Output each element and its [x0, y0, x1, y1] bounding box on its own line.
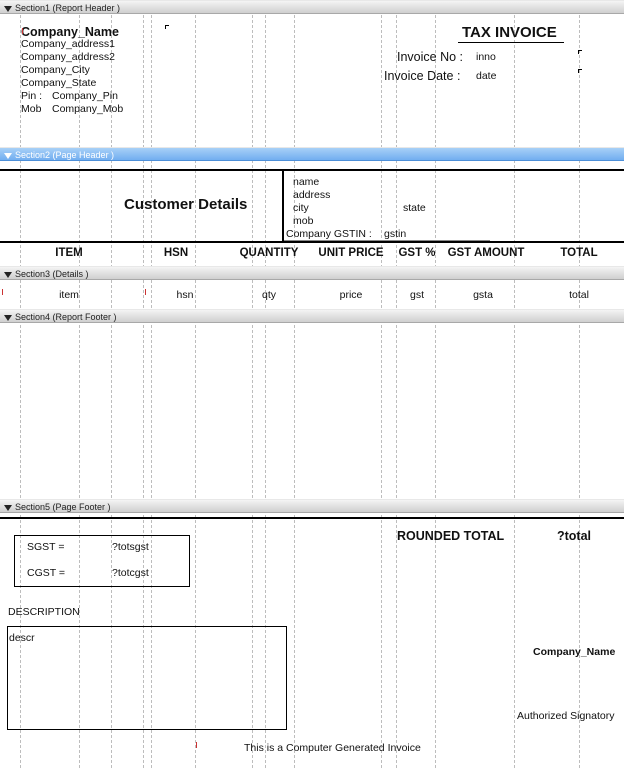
rounded-total-field[interactable]: ?total	[557, 529, 591, 543]
field-corner-mark	[578, 69, 582, 73]
section-bar-report-footer[interactable]: Section4 (Report Footer )	[0, 309, 624, 323]
guide-line	[396, 0, 397, 768]
divider-line	[0, 169, 624, 171]
field-marker	[196, 742, 197, 748]
customer-address-field[interactable]: address	[293, 189, 330, 201]
sgst-label[interactable]: SGST =	[27, 541, 64, 553]
description-box[interactable]	[7, 626, 287, 730]
collapse-triangle-icon[interactable]	[4, 271, 12, 278]
tax-invoice-title[interactable]: TAX INVOICE	[462, 24, 557, 41]
detail-item-field[interactable]: item	[0, 289, 138, 301]
col-header-unit-price[interactable]: UNIT PRICE	[312, 247, 390, 259]
customer-name-field[interactable]: name	[293, 176, 319, 188]
section-bar-details[interactable]: Section3 (Details )	[0, 266, 624, 280]
col-header-item[interactable]: ITEM	[0, 247, 138, 259]
collapse-triangle-icon[interactable]	[4, 152, 12, 159]
company-state-field[interactable]: Company_State	[21, 77, 96, 89]
divider-line	[0, 517, 624, 519]
footer-company-name-field[interactable]: Company_Name	[533, 646, 615, 658]
company-mob-field[interactable]: Company_Mob	[52, 103, 123, 115]
company-address1-field[interactable]: Company_address1	[21, 38, 115, 50]
detail-gst-field[interactable]: gst	[396, 289, 438, 301]
detail-hsn-field[interactable]: hsn	[152, 289, 218, 301]
customer-details-heading[interactable]: Customer Details	[124, 196, 247, 213]
detail-total-field[interactable]: total	[538, 289, 620, 301]
field-marker	[145, 289, 146, 295]
customer-state-field[interactable]: state	[403, 202, 426, 214]
section-title: Section3 (Details )	[15, 269, 89, 279]
sgst-value-field[interactable]: ?totsgst	[112, 541, 149, 553]
col-header-gst-amount[interactable]: GST AMOUNT	[444, 247, 528, 259]
invoice-date-field[interactable]: date	[476, 70, 496, 82]
collapse-triangle-icon[interactable]	[4, 504, 12, 511]
cgst-label[interactable]: CGST =	[27, 567, 65, 579]
title-underline	[458, 42, 564, 43]
collapse-triangle-icon[interactable]	[4, 314, 12, 321]
company-name-field[interactable]: Company_Name	[21, 25, 119, 39]
invoice-date-label[interactable]: Invoice Date :	[384, 69, 460, 83]
section-title: Section5 (Page Footer )	[15, 502, 111, 512]
guide-line	[435, 0, 436, 768]
field-marker	[2, 289, 3, 295]
mob-label[interactable]: Mob	[21, 103, 41, 115]
detail-price-field[interactable]: price	[312, 289, 390, 301]
collapse-triangle-icon[interactable]	[4, 5, 12, 12]
section-title: Section1 (Report Header )	[15, 3, 121, 13]
company-address2-field[interactable]: Company_address2	[21, 51, 115, 63]
section-bar-page-footer[interactable]: Section5 (Page Footer )	[0, 499, 624, 513]
col-header-gst-percent[interactable]: GST %	[396, 247, 438, 259]
detail-gst-amount-field[interactable]: gsta	[444, 289, 522, 301]
divider-line	[282, 169, 284, 241]
field-corner-mark	[578, 50, 582, 54]
rounded-total-label[interactable]: ROUNDED TOTAL	[397, 529, 504, 543]
company-city-field[interactable]: Company_City	[21, 64, 90, 76]
computer-generated-note[interactable]: This is a Computer Generated Invoice	[244, 742, 421, 754]
authorized-signatory-label[interactable]: Authorized Signatory	[517, 710, 619, 722]
divider-line	[0, 241, 624, 243]
guide-line	[381, 0, 382, 768]
gstin-field[interactable]: gstin	[384, 228, 406, 240]
col-header-hsn[interactable]: HSN	[152, 247, 200, 259]
invoice-no-label[interactable]: Invoice No :	[397, 50, 463, 64]
section-title: Section2 (Page Header )	[15, 150, 115, 160]
pin-label[interactable]: Pin :	[21, 90, 42, 102]
col-header-quantity[interactable]: QUANTITY	[236, 247, 302, 259]
customer-mob-field[interactable]: mob	[293, 215, 313, 227]
invoice-no-field[interactable]: inno	[476, 51, 496, 63]
guide-line	[514, 0, 515, 768]
cgst-value-field[interactable]: ?totcgst	[112, 567, 149, 579]
customer-city-field[interactable]: city	[293, 202, 309, 214]
gstin-label[interactable]: Company GSTIN :	[286, 228, 372, 240]
section-bar-report-header[interactable]: Section1 (Report Header )	[0, 0, 624, 14]
field-marker	[22, 28, 23, 34]
gstin-underline	[284, 240, 490, 241]
section-title: Section4 (Report Footer )	[15, 312, 117, 322]
field-corner-mark	[165, 25, 169, 29]
section-bar-page-header[interactable]: Section2 (Page Header )	[0, 147, 624, 161]
description-label[interactable]: DESCRIPTION	[8, 606, 80, 618]
description-field[interactable]: descr	[9, 632, 35, 644]
guide-line	[294, 0, 295, 768]
company-pin-field[interactable]: Company_Pin	[52, 90, 118, 102]
col-header-total[interactable]: TOTAL	[538, 247, 620, 259]
detail-qty-field[interactable]: qty	[236, 289, 302, 301]
